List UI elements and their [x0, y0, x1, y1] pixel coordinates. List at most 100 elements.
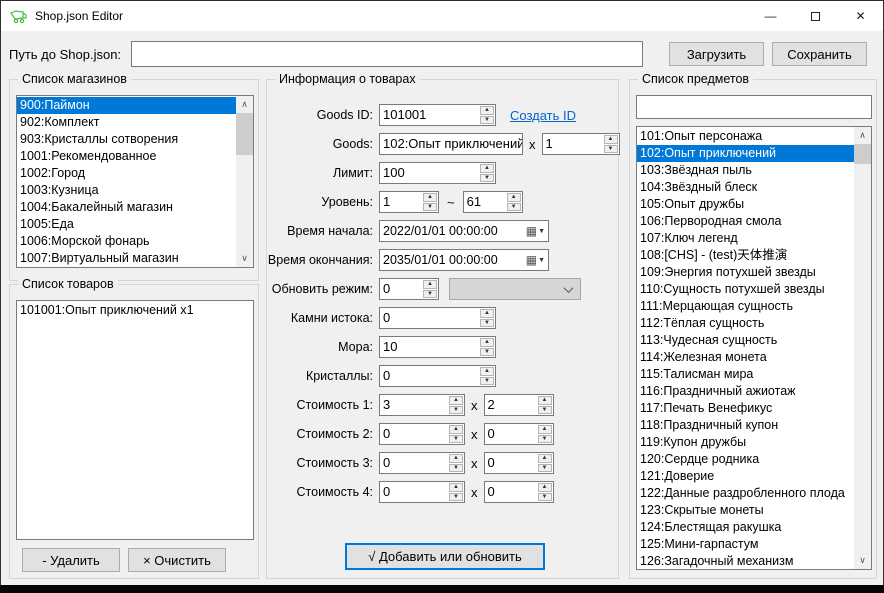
spin-down-icon[interactable]: ▼	[423, 203, 437, 212]
list-item[interactable]: 1002:Город	[17, 165, 236, 182]
list-item[interactable]: 101001:Опыт приключений x1	[17, 302, 253, 319]
shops-scrollbar[interactable]: ∧ ∨	[236, 96, 253, 267]
list-item[interactable]: 900:Паймон	[17, 97, 236, 114]
list-item[interactable]: 125:Мини-гарпастум	[637, 536, 854, 553]
cost1-id-value[interactable]: 3	[380, 395, 448, 415]
primogems-spinner[interactable]: 0 ▲▼	[379, 307, 496, 329]
refresh-mode-spinner[interactable]: 0 ▲▼	[379, 278, 439, 300]
spin-up-icon[interactable]: ▲	[480, 164, 494, 173]
clear-button[interactable]: × Очистить	[128, 548, 226, 572]
chevron-down-icon[interactable]: ▼	[538, 228, 545, 235]
list-item[interactable]: 126:Загадочный механизм	[637, 553, 854, 570]
list-item[interactable]: 1003:Кузница	[17, 182, 236, 199]
spin-down-icon[interactable]: ▼	[449, 493, 463, 502]
cost4-id-spinner[interactable]: 0 ▲▼	[379, 481, 465, 503]
cost3-id-value[interactable]: 0	[380, 453, 448, 473]
list-item[interactable]: 1007:Виртуальный магазин	[17, 250, 236, 267]
cost1-count-spinner[interactable]: 2 ▲▼	[484, 394, 554, 416]
mora-spinner[interactable]: 10 ▲▼	[379, 336, 496, 358]
spin-down-icon[interactable]: ▼	[449, 464, 463, 473]
add-or-update-button[interactable]: √ Добавить или обновить	[345, 543, 545, 570]
cost3-id-spinner[interactable]: 0 ▲▼	[379, 452, 465, 474]
list-item[interactable]: 110:Сущность потухшей звезды	[637, 281, 854, 298]
level-min-spinner[interactable]: 1 ▲▼	[379, 191, 439, 213]
cost2-id-spinner[interactable]: 0 ▲▼	[379, 423, 465, 445]
list-item[interactable]: 1001:Рекомендованное	[17, 148, 236, 165]
list-item[interactable]: 102:Опыт приключений	[637, 145, 854, 162]
list-item[interactable]: 902:Комплект	[17, 114, 236, 131]
spin-up-icon[interactable]: ▲	[423, 193, 437, 202]
goods-count-value[interactable]: 1	[543, 134, 603, 154]
crystals-spinner[interactable]: 0 ▲▼	[379, 365, 496, 387]
list-item[interactable]: 112:Тёплая сущность	[637, 315, 854, 332]
spin-up-icon[interactable]: ▲	[423, 280, 437, 289]
list-item[interactable]: 107:Ключ легенд	[637, 230, 854, 247]
maximize-button[interactable]	[793, 1, 838, 31]
list-item[interactable]: 903:Кристаллы сотворения	[17, 131, 236, 148]
cost4-count-value[interactable]: 0	[485, 482, 537, 502]
list-item[interactable]: 119:Купон дружбы	[637, 434, 854, 451]
list-item[interactable]: 101:Опыт персонажа	[637, 128, 854, 145]
cost3-count-spinner[interactable]: 0 ▲▼	[484, 452, 554, 474]
path-input[interactable]	[131, 41, 643, 67]
list-item[interactable]: 1004:Бакалейный магазин	[17, 199, 236, 216]
close-button[interactable]: ✕	[838, 1, 883, 31]
list-item[interactable]: 103:Звёздная пыль	[637, 162, 854, 179]
spin-down-icon[interactable]: ▼	[480, 319, 494, 328]
level-max-spinner[interactable]: 61 ▲▼	[463, 191, 523, 213]
scroll-up-icon[interactable]: ∧	[854, 127, 871, 144]
goods-id-value[interactable]: 101001	[380, 105, 479, 125]
spin-up-icon[interactable]: ▲	[480, 106, 494, 115]
spin-down-icon[interactable]: ▼	[449, 435, 463, 444]
cost1-id-spinner[interactable]: 3 ▲▼	[379, 394, 465, 416]
save-button[interactable]: Сохранить	[772, 42, 867, 66]
refresh-mode-value[interactable]: 0	[380, 279, 422, 299]
cost2-id-value[interactable]: 0	[380, 424, 448, 444]
cost4-count-spinner[interactable]: 0 ▲▼	[484, 481, 554, 503]
spin-down-icon[interactable]: ▼	[507, 203, 521, 212]
list-item[interactable]: 120:Сердце родника	[637, 451, 854, 468]
goods-input[interactable]: 102:Опыт приключений	[379, 133, 523, 155]
spin-up-icon[interactable]: ▲	[507, 193, 521, 202]
spin-down-icon[interactable]: ▼	[538, 464, 552, 473]
minimize-button[interactable]: —	[748, 1, 793, 31]
spin-down-icon[interactable]: ▼	[538, 406, 552, 415]
spin-up-icon[interactable]: ▲	[480, 338, 494, 347]
list-item[interactable]: 124:Блестящая ракушка	[637, 519, 854, 536]
spin-down-icon[interactable]: ▼	[480, 174, 494, 183]
list-item[interactable]: 104:Звёздный блеск	[637, 179, 854, 196]
spin-up-icon[interactable]: ▲	[449, 454, 463, 463]
level-max-value[interactable]: 61	[464, 192, 506, 212]
begin-time-picker[interactable]: 2022/01/01 00:00:00 ▦ ▼	[379, 220, 549, 242]
cost2-count-value[interactable]: 0	[485, 424, 537, 444]
scroll-up-icon[interactable]: ∧	[236, 96, 253, 113]
spin-up-icon[interactable]: ▲	[449, 483, 463, 492]
list-item[interactable]: 106:Первородная смола	[637, 213, 854, 230]
spin-up-icon[interactable]: ▲	[480, 367, 494, 376]
mora-value[interactable]: 10	[380, 337, 479, 357]
list-item[interactable]: 115:Талисман мира	[637, 366, 854, 383]
cost4-id-value[interactable]: 0	[380, 482, 448, 502]
crystals-value[interactable]: 0	[380, 366, 479, 386]
spin-down-icon[interactable]: ▼	[423, 290, 437, 299]
level-min-value[interactable]: 1	[380, 192, 422, 212]
list-item[interactable]: 105:Опыт дружбы	[637, 196, 854, 213]
end-time-value[interactable]: 2035/01/01 00:00:00	[380, 253, 526, 267]
goods-count-spinner[interactable]: 1 ▲▼	[542, 133, 620, 155]
spin-up-icon[interactable]: ▲	[449, 396, 463, 405]
limit-spinner[interactable]: 100 ▲▼	[379, 162, 496, 184]
spin-up-icon[interactable]: ▲	[538, 425, 552, 434]
goods-id-spinner[interactable]: 101001 ▲▼	[379, 104, 496, 126]
spin-down-icon[interactable]: ▼	[538, 493, 552, 502]
list-item[interactable]: 114:Железная монета	[637, 349, 854, 366]
list-item[interactable]: 117:Печать Венефикус	[637, 400, 854, 417]
cost3-count-value[interactable]: 0	[485, 453, 537, 473]
spin-up-icon[interactable]: ▲	[604, 135, 618, 144]
spin-up-icon[interactable]: ▲	[480, 309, 494, 318]
scroll-down-icon[interactable]: ∨	[854, 552, 871, 569]
begin-time-value[interactable]: 2022/01/01 00:00:00	[380, 224, 526, 238]
list-item[interactable]: 111:Мерцающая сущность	[637, 298, 854, 315]
list-item[interactable]: 121:Доверие	[637, 468, 854, 485]
list-item[interactable]: 109:Энергия потухшей звезды	[637, 264, 854, 281]
list-item[interactable]: 113:Чудесная сущность	[637, 332, 854, 349]
